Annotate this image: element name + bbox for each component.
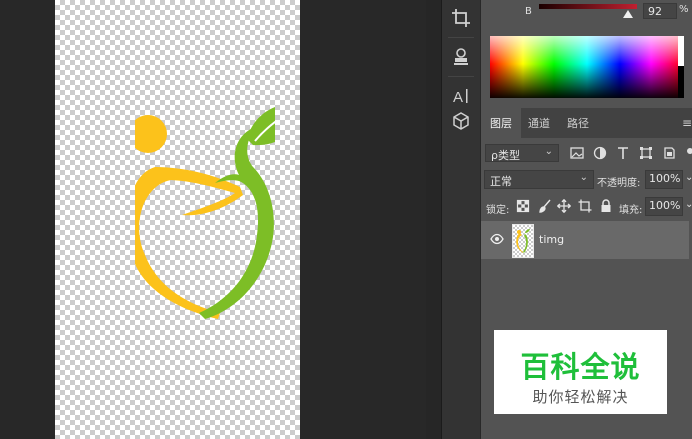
- fill-label: 填充:: [619, 205, 643, 216]
- layer-thumbnail[interactable]: [512, 224, 534, 258]
- lock-all-icon[interactable]: [599, 199, 613, 213]
- logo-green-leaf: [247, 107, 275, 146]
- channel-label: B: [525, 6, 532, 17]
- blend-mode-dropdown[interactable]: 正常 ⌄: [484, 170, 594, 189]
- eye-icon[interactable]: [490, 233, 504, 245]
- image-filter-icon[interactable]: [570, 146, 584, 160]
- text-filter-icon[interactable]: [616, 146, 630, 160]
- divider: [426, 0, 442, 439]
- opacity-label: 不透明度:: [597, 178, 641, 189]
- filter-kind-value: ρ类型: [491, 149, 520, 162]
- crop-icon[interactable]: [446, 5, 476, 31]
- tab-channels[interactable]: 通道: [519, 108, 559, 138]
- 3d-icon[interactable]: [446, 108, 476, 134]
- channel-slider[interactable]: [539, 4, 637, 9]
- canvas-area[interactable]: [0, 0, 426, 439]
- watermark-subtitle: 助你轻松解决: [532, 388, 629, 406]
- blend-mode-value: 正常: [490, 175, 512, 188]
- smart-object-filter-icon[interactable]: [662, 146, 676, 160]
- watermark-title: 百科全说: [520, 350, 641, 384]
- color-spectrum[interactable]: [490, 36, 684, 98]
- layer-row[interactable]: timg: [481, 221, 689, 259]
- tab-layers[interactable]: 图层: [481, 108, 521, 138]
- fill-input[interactable]: 100%: [645, 197, 683, 216]
- channel-slider-thumb[interactable]: [623, 10, 633, 18]
- chevron-down-icon[interactable]: ⌄: [685, 199, 692, 210]
- layer-name[interactable]: timg: [539, 233, 564, 246]
- document-canvas[interactable]: [55, 0, 300, 439]
- panel-icon-dock: A: [442, 0, 480, 439]
- layer-thumbnail-logo: [516, 229, 530, 253]
- lock-artboard-icon[interactable]: [578, 199, 592, 213]
- lock-row: 锁定: 填充: 100% ⌄: [481, 197, 692, 217]
- divider: [448, 37, 474, 38]
- stamp-icon[interactable]: [446, 44, 476, 70]
- channel-value-input[interactable]: 92: [643, 3, 677, 19]
- chevron-down-icon: ⌄: [544, 146, 553, 157]
- blend-row: 正常 ⌄ 不透明度: 100% ⌄: [481, 170, 692, 190]
- shape-filter-icon[interactable]: [639, 146, 653, 160]
- divider: [448, 76, 474, 77]
- panel-menu-icon[interactable]: ≡: [682, 116, 692, 130]
- logo-yellow-dot: [135, 115, 167, 153]
- type-icon[interactable]: A: [446, 83, 476, 109]
- spectrum-white-swatch[interactable]: [678, 36, 684, 66]
- color-panel: B 92 %: [481, 0, 692, 104]
- tab-paths[interactable]: 路径: [558, 108, 598, 138]
- adjustment-filter-icon[interactable]: [593, 146, 607, 160]
- lock-transparent-icon[interactable]: [516, 199, 530, 213]
- lock-move-icon[interactable]: [557, 199, 571, 213]
- logo-green-body: [199, 127, 274, 319]
- chevron-down-icon: ⌄: [579, 172, 588, 183]
- lock-label: 锁定:: [486, 205, 510, 216]
- filter-row: ρ类型 ⌄: [481, 144, 692, 164]
- spectrum-black-swatch[interactable]: [678, 66, 684, 98]
- svg-text:A: A: [453, 89, 463, 106]
- lock-paint-icon[interactable]: [538, 199, 552, 213]
- chevron-down-icon[interactable]: ⌄: [685, 172, 692, 183]
- watermark-badge: 百科全说 助你轻松解决: [494, 330, 667, 414]
- panel-tabs: 图层 通道 路径 ≡: [481, 108, 692, 138]
- filter-kind-dropdown[interactable]: ρ类型 ⌄: [485, 144, 559, 162]
- opacity-input[interactable]: 100%: [645, 170, 683, 189]
- filter-toggle-icon[interactable]: [684, 146, 692, 160]
- apple-logo-image: [135, 107, 275, 319]
- channel-unit: %: [679, 4, 689, 15]
